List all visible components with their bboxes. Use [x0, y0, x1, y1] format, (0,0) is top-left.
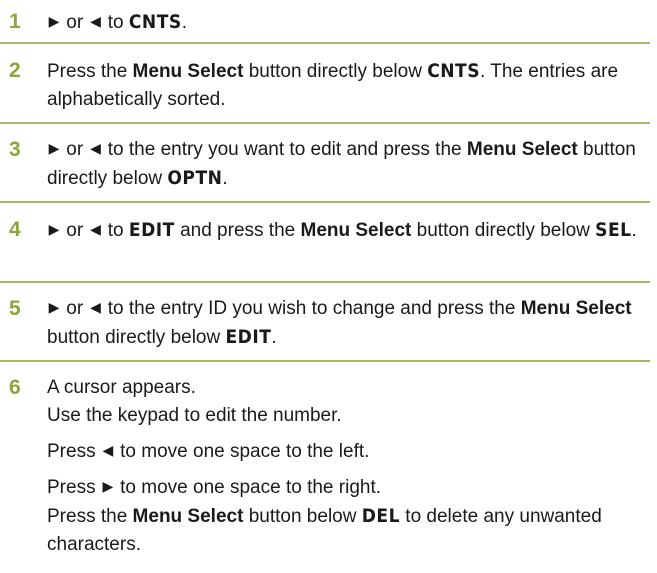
- left-arrow-icon: ◀: [90, 140, 101, 156]
- instruction-steps: 1 ▶ or ◀ to CNTS. 2 Press the Menu Selec…: [0, 0, 657, 573]
- step-number: 3: [9, 138, 21, 161]
- right-arrow-icon: ▶: [48, 221, 60, 237]
- divider: [0, 122, 650, 124]
- divider: [0, 281, 650, 283]
- left-arrow-icon: ◀: [102, 442, 114, 458]
- softkey-label: CNTS: [427, 60, 481, 82]
- step-text: ▶ or ◀ to the entry ID you wish to chang…: [47, 295, 647, 352]
- right-arrow-icon: ▶: [48, 13, 60, 29]
- menu-select-label: Menu Select: [300, 220, 412, 241]
- step-number: 6: [9, 376, 21, 399]
- right-arrow-icon: ▶: [48, 140, 60, 156]
- softkey-label: SEL: [595, 219, 632, 241]
- step-text: ▶ or ◀ to CNTS.: [47, 8, 647, 37]
- left-arrow-icon: ◀: [90, 13, 101, 29]
- step-text: ▶ or ◀ to EDIT and press the Menu Select…: [47, 216, 647, 245]
- menu-select-label: Menu Select: [132, 506, 244, 527]
- step-text: A cursor appears. Use the keypad to edit…: [47, 377, 602, 555]
- menu-select-label: Menu: [466, 139, 517, 160]
- right-arrow-icon: ▶: [48, 299, 60, 315]
- divider: [0, 360, 650, 362]
- divider: [0, 201, 650, 203]
- left-arrow-icon: ◀: [90, 221, 101, 237]
- menu-select-label: Menu Select: [132, 61, 244, 82]
- step-text: ▶ or ◀ to the entry you want to edit and…: [47, 136, 647, 193]
- softkey-label: CNTS: [128, 11, 182, 33]
- softkey-label: DEL: [361, 505, 401, 527]
- right-arrow-icon: ▶: [102, 478, 114, 494]
- divider: [0, 42, 650, 44]
- step-number: 2: [9, 59, 21, 82]
- left-arrow-icon: ◀: [90, 299, 101, 315]
- softkey-label: EDIT: [225, 326, 272, 348]
- menu-select-label: Menu Select: [520, 298, 632, 319]
- step-text: Press the Menu Select button directly be…: [47, 60, 619, 110]
- step-number: 1: [9, 10, 21, 33]
- softkey-label: OPTN: [167, 167, 223, 189]
- softkey-label: EDIT: [128, 219, 175, 241]
- step-number: 4: [9, 218, 21, 241]
- step-number: 5: [9, 297, 21, 320]
